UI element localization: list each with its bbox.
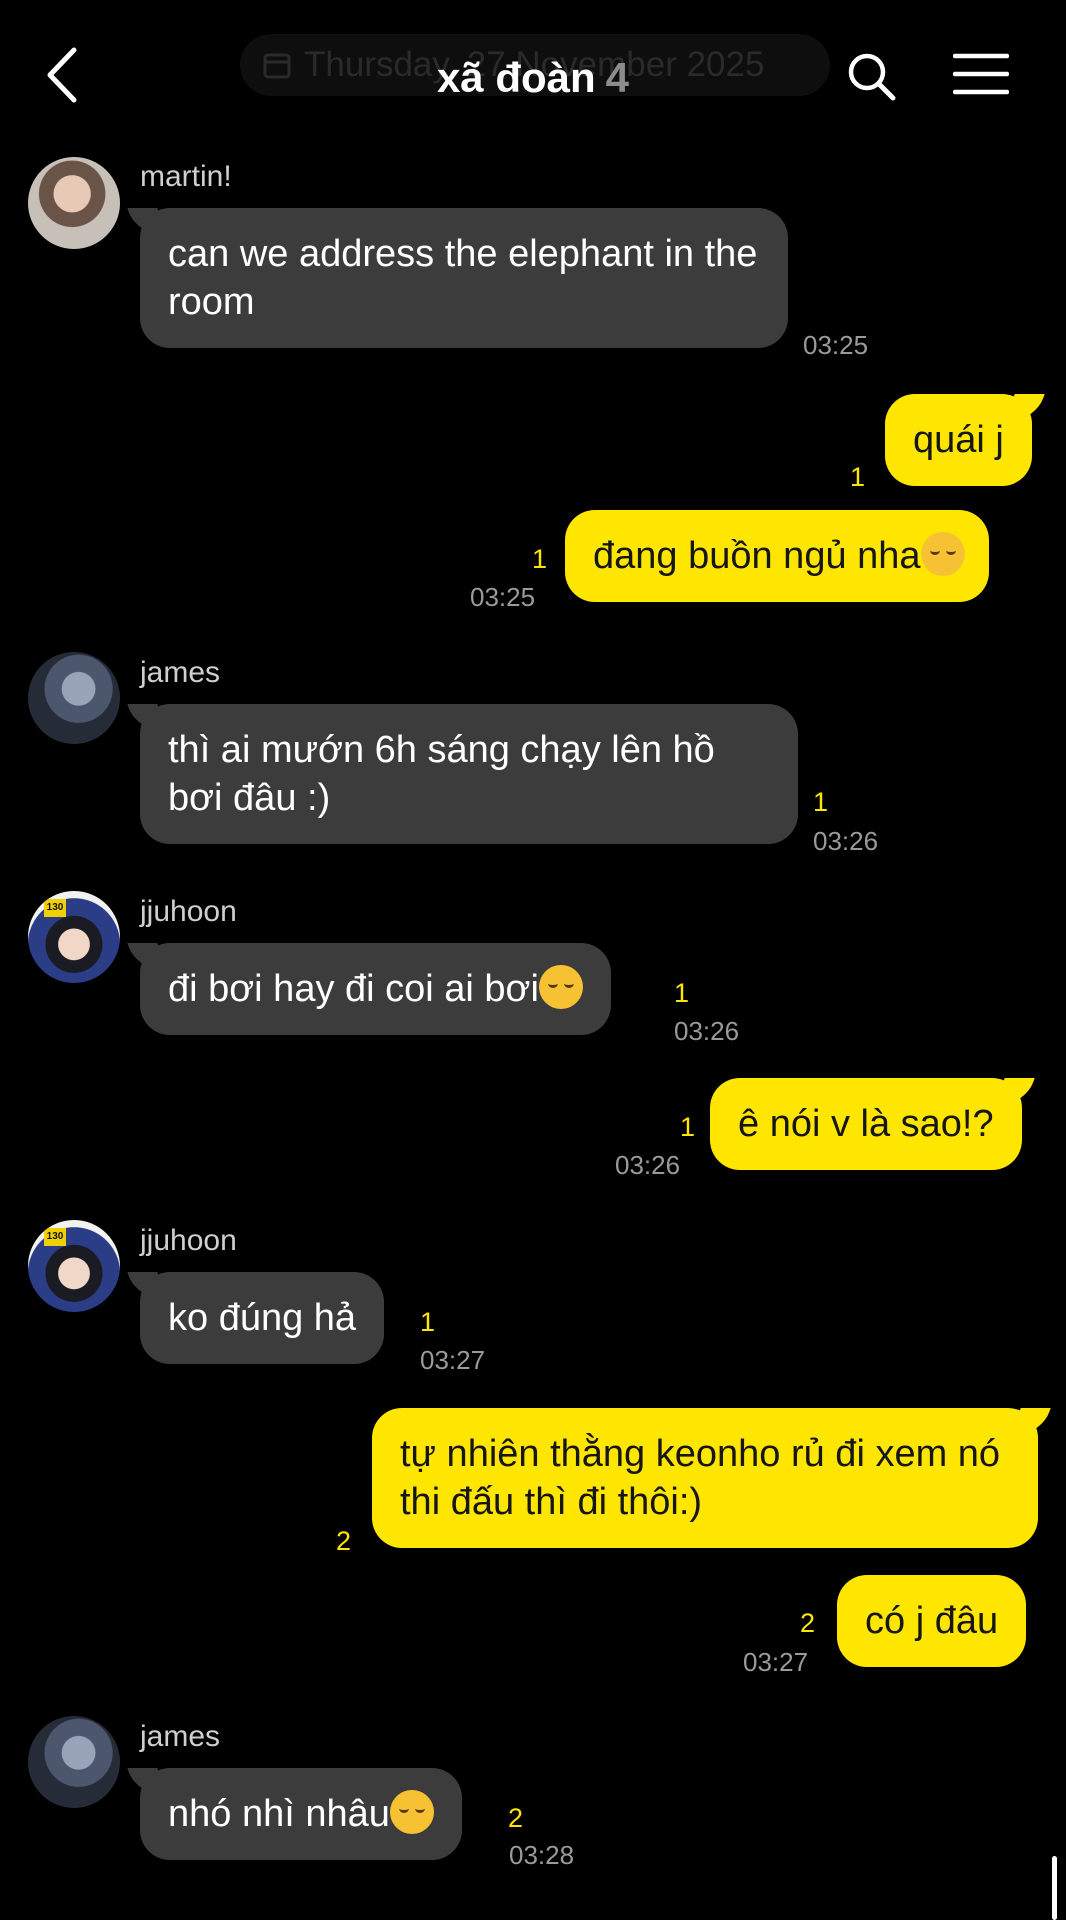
scrollbar[interactable] bbox=[1052, 1856, 1057, 1920]
avatar-james[interactable] bbox=[28, 652, 120, 744]
message-text: đi bơi hay đi coi ai bơi bbox=[168, 968, 539, 1010]
sender-name: jjuhoon bbox=[140, 895, 237, 928]
avatar-martin[interactable] bbox=[28, 157, 120, 249]
message-time: 03:25 bbox=[803, 330, 869, 360]
member-count: 4 bbox=[605, 54, 630, 101]
flushed-face-emoji bbox=[920, 532, 965, 576]
avatar-badge: 130 bbox=[44, 899, 66, 917]
message-time: 03:25 bbox=[470, 582, 536, 612]
outgoing-message[interactable]: có j đâu bbox=[837, 1575, 1027, 1667]
outgoing-message[interactable]: tự nhiên thằng keonho rủ đi xem nó thi đ… bbox=[372, 1408, 1038, 1548]
unread-count: 1 bbox=[850, 462, 866, 492]
menu-icon bbox=[952, 53, 1010, 95]
message-text: ko đúng hả bbox=[168, 1297, 357, 1339]
incoming-message[interactable]: ko đúng hả bbox=[140, 1272, 385, 1364]
message-text: ê nói v là sao!? bbox=[738, 1103, 994, 1145]
incoming-message[interactable]: đi bơi hay đi coi ai bơi bbox=[140, 943, 611, 1035]
unread-count: 2 bbox=[336, 1526, 352, 1556]
message-time: 03:28 bbox=[509, 1840, 575, 1870]
message-time: 03:26 bbox=[813, 826, 879, 856]
unread-count: 1 bbox=[420, 1307, 436, 1337]
tears-of-joy-emoji bbox=[538, 965, 583, 1009]
unread-count: 1 bbox=[813, 787, 829, 817]
menu-button[interactable] bbox=[952, 52, 1010, 96]
message-text: đang buồn ngủ nha bbox=[593, 535, 921, 577]
unread-count: 1 bbox=[674, 978, 690, 1008]
incoming-message[interactable]: can we address the elephant in the room bbox=[140, 208, 788, 348]
message-text: thì ai mướn 6h sáng chạy lên hồ bơi đâu … bbox=[168, 729, 715, 819]
outgoing-message[interactable]: quái j bbox=[885, 394, 1032, 486]
outgoing-message[interactable]: đang buồn ngủ nha bbox=[565, 510, 989, 602]
avatar-james[interactable] bbox=[28, 1716, 120, 1808]
message-text: có j đâu bbox=[865, 1600, 999, 1642]
search-icon bbox=[848, 53, 896, 101]
chat-name: xã đoàn bbox=[436, 54, 596, 101]
sender-name: james bbox=[140, 1720, 221, 1753]
message-time: 03:27 bbox=[420, 1345, 486, 1375]
incoming-message[interactable]: nhó nhì nhâu bbox=[140, 1768, 462, 1860]
message-text: tự nhiên thằng keonho rủ đi xem nó thi đ… bbox=[400, 1433, 1001, 1523]
message-text: can we address the elephant in the room bbox=[168, 233, 758, 323]
incoming-message[interactable]: thì ai mướn 6h sáng chạy lên hồ bơi đâu … bbox=[140, 704, 798, 844]
message-time: 03:26 bbox=[615, 1150, 681, 1180]
message-text: nhó nhì nhâu bbox=[168, 1793, 390, 1835]
avatar-jjuhoon[interactable]: 130 bbox=[28, 891, 120, 983]
message-time: 03:26 bbox=[674, 1016, 740, 1046]
unread-count: 2 bbox=[508, 1803, 524, 1833]
sender-name: jjuhoon bbox=[140, 1224, 237, 1257]
search-button[interactable] bbox=[845, 50, 897, 102]
message-text: quái j bbox=[913, 419, 1004, 461]
chat-header: Thursday, 27 November 2025 xã đoàn 4 bbox=[0, 0, 1066, 150]
outgoing-message[interactable]: ê nói v là sao!? bbox=[710, 1078, 1022, 1170]
unread-count: 1 bbox=[680, 1112, 696, 1142]
sender-name: james bbox=[140, 656, 221, 689]
unread-count: 2 bbox=[800, 1608, 816, 1638]
unread-count: 1 bbox=[532, 544, 548, 574]
avatar-badge: 130 bbox=[44, 1228, 66, 1246]
chat-title: xã đoàn 4 bbox=[0, 50, 1066, 106]
unamused-face-emoji bbox=[389, 1790, 434, 1834]
sender-name: martin! bbox=[140, 160, 232, 193]
message-time: 03:27 bbox=[743, 1647, 809, 1677]
avatar-jjuhoon[interactable]: 130 bbox=[28, 1220, 120, 1312]
